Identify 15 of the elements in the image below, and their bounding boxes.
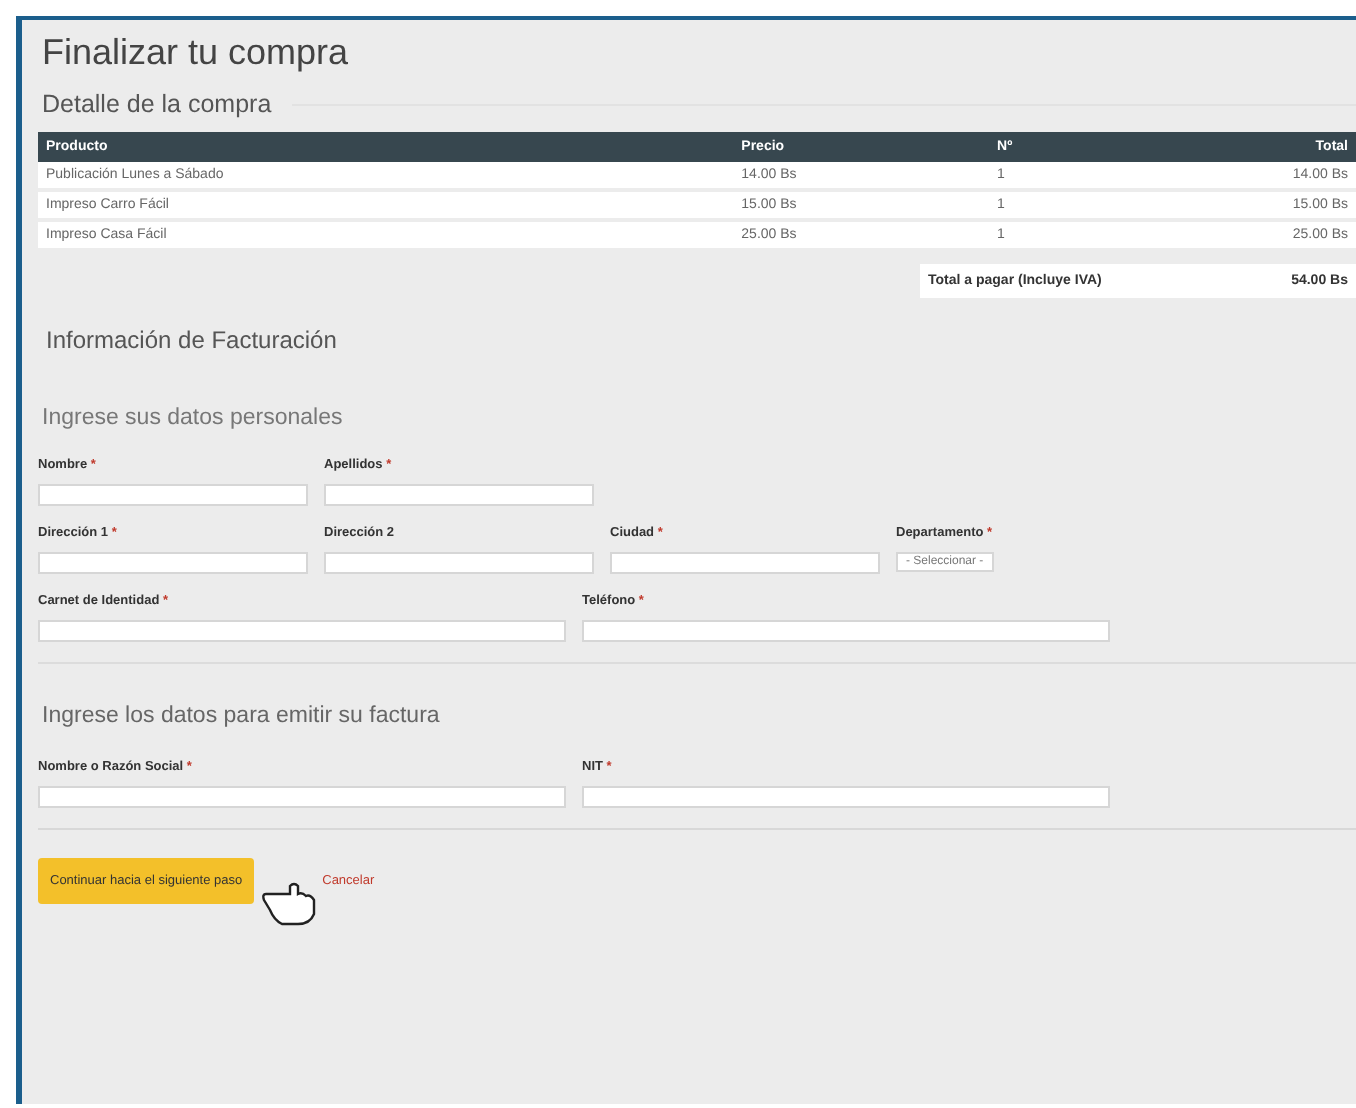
subsection-heading: Ingrese los datos para emitir su factura	[42, 704, 442, 728]
input-field[interactable]	[610, 552, 880, 574]
input-field[interactable]	[324, 484, 594, 506]
section-heading: Detalle de la compra	[42, 90, 272, 118]
input-field[interactable]	[38, 484, 308, 506]
input-field[interactable]	[38, 786, 566, 808]
input-field[interactable]	[38, 620, 566, 642]
input-field[interactable]	[38, 552, 308, 574]
input-field[interactable]	[324, 552, 594, 574]
section-heading: Información de Facturación	[46, 326, 339, 354]
input-field[interactable]	[582, 786, 1110, 808]
hand-cursor-icon	[262, 878, 318, 926]
input-field[interactable]	[582, 620, 1110, 642]
page-title: Finalizar tu compra	[42, 32, 351, 74]
subsection-heading: Ingrese sus datos personales	[42, 406, 345, 430]
